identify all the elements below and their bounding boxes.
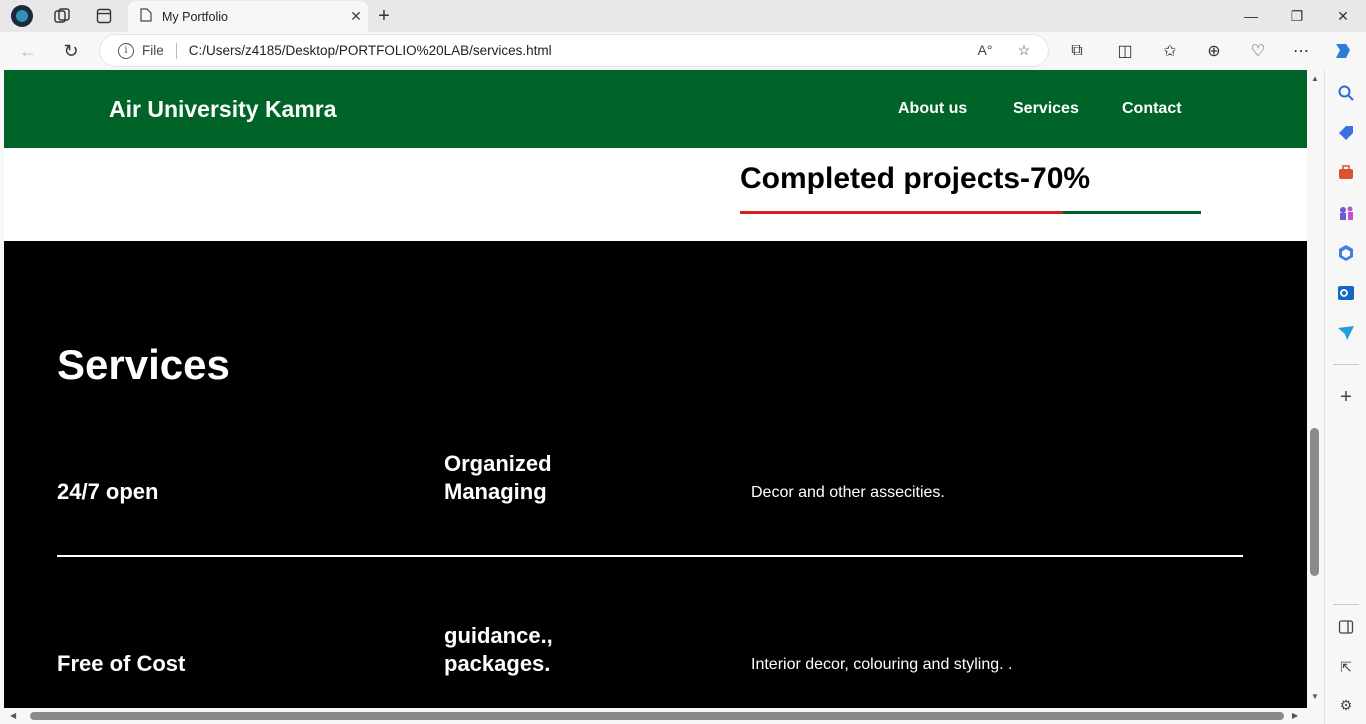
service-subtitle-line: guidance., — [444, 623, 553, 648]
service-subtitle-line: Managing — [444, 479, 547, 504]
favorites-icon[interactable]: ✩ — [1157, 38, 1183, 64]
microsoft-365-icon[interactable] — [1335, 242, 1357, 264]
service-title: Free of Cost — [57, 651, 186, 676]
service-subtitle: Organized Managing — [444, 450, 604, 506]
nav-about-us[interactable]: About us — [898, 100, 967, 118]
address-label: File — [142, 43, 164, 58]
site-navbar: Air University Kamra About us Services C… — [4, 70, 1307, 148]
tab-my-portfolio[interactable]: My Portfolio ✕ — [128, 1, 368, 32]
services-heading: Services — [57, 341, 230, 388]
browser-essentials-icon[interactable]: ♡ — [1245, 38, 1271, 64]
sidebar-divider — [1333, 604, 1359, 605]
hide-sidebar-icon[interactable] — [1335, 616, 1357, 638]
sidebar-divider — [1333, 364, 1359, 365]
minimize-icon[interactable]: — — [1228, 0, 1274, 32]
add-sidebar-app-icon[interactable]: + — [1335, 386, 1357, 408]
edge-sidebar: + ⇱ ⚙ — [1324, 70, 1366, 724]
page-viewport: Air University Kamra About us Services C… — [4, 70, 1307, 708]
outlook-icon[interactable] — [1335, 282, 1357, 304]
close-window-icon[interactable]: ✕ — [1320, 0, 1366, 32]
site-brand[interactable]: Air University Kamra — [109, 96, 337, 123]
service-subtitle: guidance., packages. — [444, 622, 604, 678]
scroll-left-icon[interactable]: ◀ — [10, 711, 16, 720]
tools-briefcase-icon[interactable] — [1335, 162, 1357, 184]
vertical-scroll-thumb[interactable] — [1310, 428, 1319, 576]
send-drop-icon[interactable] — [1335, 322, 1357, 344]
horizontal-scroll-thumb[interactable] — [30, 712, 1284, 720]
address-bar[interactable]: i File C:/Users/z4185/Desktop/PORTFOLIO%… — [100, 35, 1048, 66]
tab-title: My Portfolio — [162, 9, 228, 24]
browser-tab-bar: My Portfolio ✕ + — ❐ ✕ — [0, 0, 1366, 32]
info-icon[interactable]: i — [118, 42, 134, 59]
favorite-star-icon[interactable]: ☆ — [1014, 40, 1034, 60]
nav-services[interactable]: Services — [1013, 100, 1079, 118]
search-icon[interactable] — [1335, 82, 1357, 104]
back-icon[interactable]: ← — [15, 38, 41, 64]
progress-bar — [740, 211, 1201, 214]
vertical-tabs-icon[interactable] — [92, 4, 116, 28]
vertical-scrollbar[interactable] — [1307, 70, 1324, 708]
refresh-icon[interactable]: ↻ — [58, 38, 84, 64]
progress-fill — [740, 211, 1063, 214]
extensions-icon[interactable]: ⧉ — [1064, 38, 1090, 64]
nav-contact[interactable]: Contact — [1122, 100, 1182, 118]
browser-toolbar: ← ↻ i File C:/Users/z4185/Desktop/PORTFO… — [0, 32, 1366, 70]
new-tab-icon[interactable]: + — [372, 4, 396, 28]
profile-avatar-icon[interactable] — [10, 4, 34, 28]
shopping-tag-icon[interactable] — [1335, 122, 1357, 144]
progress-title: Completed projects-70% — [740, 162, 1091, 195]
workspaces-icon[interactable] — [50, 4, 74, 28]
address-separator — [175, 42, 177, 59]
scroll-up-icon[interactable]: ▲ — [1311, 74, 1319, 83]
page-icon — [140, 8, 152, 25]
service-subtitle-line: Organized — [444, 451, 552, 476]
service-subtitle-line: packages. — [444, 651, 551, 676]
copilot-icon[interactable] — [1330, 38, 1356, 64]
url-text[interactable]: C:/Users/z4185/Desktop/PORTFOLIO%20LAB/s… — [189, 43, 552, 58]
service-title: 24/7 open — [57, 479, 159, 504]
read-aloud-icon[interactable]: A° — [975, 40, 995, 60]
more-menu-icon[interactable]: ⋯ — [1288, 38, 1314, 64]
close-tab-icon[interactable]: ✕ — [344, 8, 368, 25]
scroll-right-icon[interactable]: ▶ — [1292, 711, 1298, 720]
service-divider — [57, 555, 1243, 557]
games-chess-icon[interactable] — [1335, 202, 1357, 224]
split-screen-icon[interactable]: ◫ — [1112, 38, 1138, 64]
services-section: Services 24/7 open Organized Managing De… — [4, 241, 1307, 708]
collections-icon[interactable]: ⊕ — [1201, 38, 1227, 64]
restore-icon[interactable]: ❐ — [1274, 0, 1320, 32]
external-link-icon[interactable]: ⇱ — [1335, 656, 1357, 678]
service-description: Decor and other assecities. — [751, 484, 945, 501]
service-description: Interior decor, colouring and styling. . — [751, 656, 1013, 673]
settings-gear-icon[interactable]: ⚙ — [1335, 694, 1357, 716]
scroll-down-icon[interactable]: ▼ — [1311, 692, 1319, 701]
